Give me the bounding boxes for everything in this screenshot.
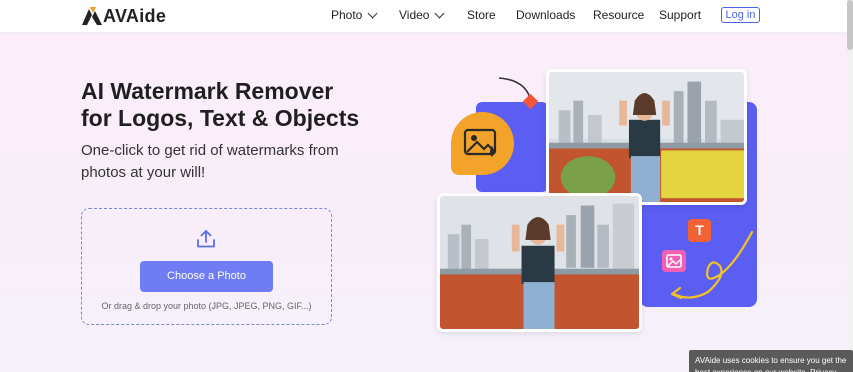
image-tool-icon: [662, 250, 686, 272]
image-icon: [463, 128, 497, 157]
nav-downloads-label: Downloads: [516, 8, 576, 22]
logo[interactable]: AVAide: [82, 6, 166, 26]
page-subtitle: One-click to get rid of watermarks from …: [81, 140, 341, 184]
nav-store[interactable]: Store: [467, 0, 496, 30]
cookie-banner: AVAide uses cookies to ensure you get th…: [689, 350, 853, 372]
drag-drop-hint: Or drag & drop your photo (JPG, JPEG, PN…: [101, 301, 312, 311]
text-tool-icon: T: [688, 219, 711, 242]
upload-icon: [197, 230, 215, 248]
nav-support[interactable]: Support: [659, 0, 701, 30]
site-header: AVAide Photo Video Store Downloads Resou…: [0, 0, 853, 33]
login-button[interactable]: Log in: [721, 7, 760, 23]
chevron-down-icon: [435, 8, 445, 18]
scrollbar-thumb[interactable]: [847, 0, 853, 50]
title-line-2: for Logos, Text & Objects: [81, 105, 360, 131]
nav-store-label: Store: [467, 8, 496, 22]
nav-photo[interactable]: Photo: [331, 0, 378, 30]
after-photo: [546, 69, 747, 205]
nav-resource-label: Resource: [593, 8, 645, 22]
scrollbar-track[interactable]: [847, 0, 853, 372]
choose-photo-button[interactable]: Choose a Photo: [140, 261, 273, 292]
subtitle-line-1: One-click to get rid of watermarks from: [81, 142, 339, 159]
title-line-1: AI Watermark Remover: [81, 78, 334, 104]
before-photo: [437, 193, 642, 332]
nav-video[interactable]: Video: [399, 0, 445, 30]
nav-video-label: Video: [399, 8, 430, 22]
nav-downloads[interactable]: Downloads: [516, 0, 575, 30]
subtitle-line-2: photos at your will!: [81, 164, 206, 181]
logo-text: AVAide: [103, 5, 167, 26]
page-title: AI Watermark Remover for Logos, Text & O…: [81, 78, 401, 132]
nav-photo-label: Photo: [331, 8, 363, 22]
logo-icon: [82, 7, 102, 25]
chevron-down-icon: [367, 8, 378, 18]
nav-support-label: Support: [659, 8, 702, 22]
nav-resource[interactable]: Resource: [593, 0, 644, 30]
